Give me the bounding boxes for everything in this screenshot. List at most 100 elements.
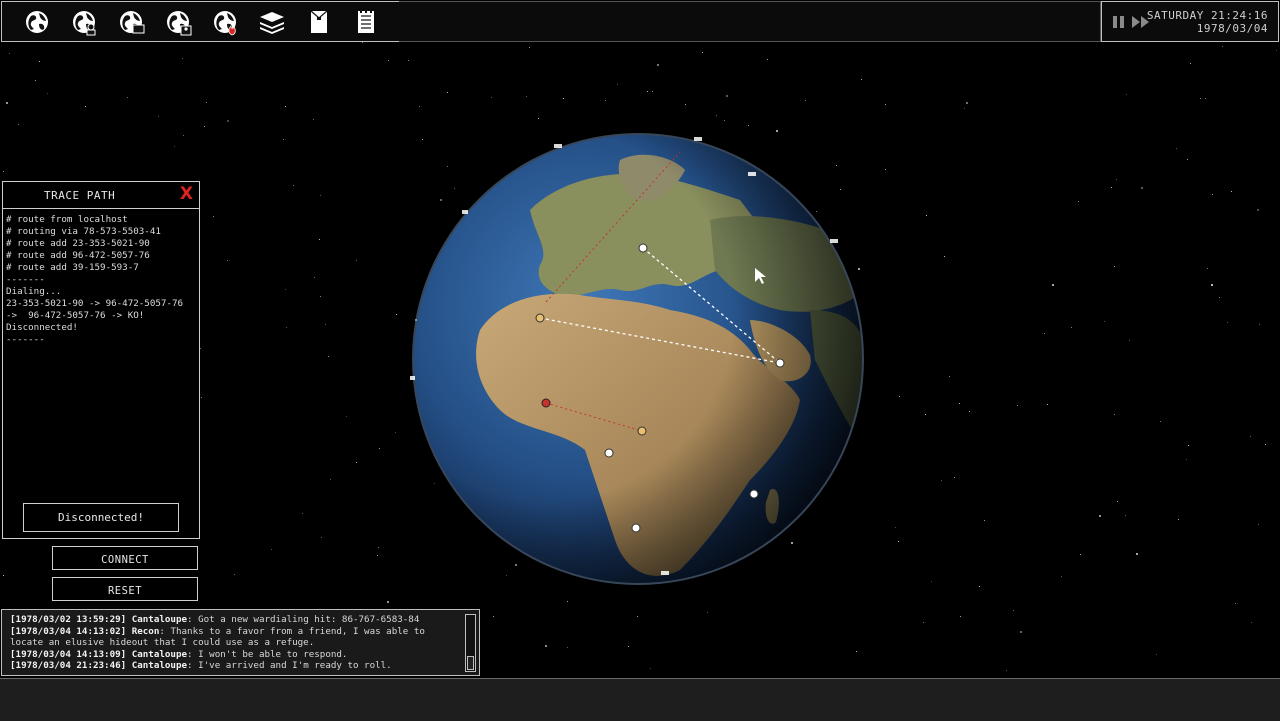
globe-user-icon[interactable]: [69, 7, 99, 37]
chat-message: [1978/03/02 13:59:29] Cantaloupe: Got a …: [10, 614, 425, 626]
star: [1187, 159, 1188, 160]
trace-log-line: Dialing...: [6, 286, 62, 297]
globe-people-icon[interactable]: [163, 7, 193, 37]
envelope-icon[interactable]: [304, 7, 334, 37]
chat-sender: Cantaloupe: [131, 660, 188, 672]
chat-sender: Recon: [131, 625, 160, 637]
star: [286, 327, 287, 328]
network-node-arabia[interactable]: [775, 358, 785, 368]
star: [18, 124, 19, 125]
star: [652, 91, 653, 92]
trace-log-line: Disconnected!: [6, 322, 78, 333]
star: [314, 277, 315, 278]
clock-readout: SATURDAY 21:24:16 1978/03/04: [1147, 9, 1268, 35]
star: [285, 106, 286, 107]
network-node-congo[interactable]: [631, 523, 641, 533]
star: [1222, 46, 1223, 47]
globe-fire-icon[interactable]: [210, 7, 240, 37]
star: [1044, 333, 1045, 334]
toolbar: [1, 1, 400, 42]
star: [1211, 284, 1213, 286]
star: [1116, 179, 1117, 180]
star: [949, 376, 950, 377]
star: [321, 537, 322, 538]
star: [1257, 209, 1259, 211]
star: [1047, 404, 1048, 405]
star: [1117, 501, 1118, 502]
clock-day-time: SATURDAY 21:24:16: [1146, 9, 1268, 22]
star: [1017, 405, 1018, 406]
star: [1235, 603, 1236, 604]
star: [182, 58, 183, 59]
trace-log-line: # route add 39-159-593-7: [6, 262, 139, 273]
star: [1104, 321, 1105, 322]
message-list: [1978/03/02 13:59:29] Cantaloupe: Got a …: [10, 614, 425, 672]
star: [395, 432, 396, 433]
star: [227, 260, 228, 261]
star: [183, 135, 184, 136]
star: [47, 93, 48, 94]
pause-icon[interactable]: [1112, 15, 1126, 29]
star: [724, 120, 725, 121]
connect-button[interactable]: CONNECT: [52, 546, 198, 570]
star: [1250, 436, 1251, 437]
star: [898, 541, 899, 542]
world-globe[interactable]: [410, 130, 866, 588]
trace-log-line: # route add 23-353-5021-90: [6, 238, 150, 249]
network-node-east-africa[interactable]: [749, 489, 759, 499]
star: [213, 216, 214, 217]
star: [1276, 50, 1277, 51]
star: [954, 477, 955, 478]
network-node-chad[interactable]: [604, 448, 614, 458]
message-scrollbar[interactable]: [465, 614, 476, 672]
star: [944, 256, 945, 257]
globe-monitor-icon[interactable]: [116, 7, 146, 37]
scrollbar-thumb[interactable]: [467, 656, 474, 670]
notepad-icon[interactable]: [351, 7, 381, 37]
chat-message: [1978/03/04 14:13:09] Cantaloupe: I won'…: [10, 649, 425, 661]
close-icon[interactable]: X: [180, 184, 193, 204]
star: [966, 102, 968, 104]
star: [1176, 148, 1177, 149]
star: [805, 100, 806, 101]
star: [201, 397, 202, 398]
star: [1114, 414, 1115, 415]
star: [313, 119, 314, 120]
reset-button[interactable]: RESET: [52, 577, 198, 601]
chat-sender: Cantaloupe: [131, 614, 188, 625]
star: [856, 651, 857, 652]
network-node-central-africa[interactable]: [637, 426, 647, 436]
star: [302, 513, 303, 514]
top-bar: SATURDAY 21:24:16 1978/03/04: [0, 0, 1280, 42]
globe-icon[interactable]: [22, 7, 52, 37]
stack-icon[interactable]: [257, 7, 287, 37]
network-node-morocco[interactable]: [535, 313, 545, 323]
star: [707, 612, 708, 613]
star: [899, 396, 900, 397]
network-node-west-africa[interactable]: [541, 398, 551, 408]
star: [1141, 187, 1143, 189]
star: [628, 646, 629, 647]
star: [1052, 284, 1054, 286]
star: [1129, 340, 1130, 341]
star: [346, 416, 347, 417]
message-log: [1978/03/02 13:59:29] Cantaloupe: Got a …: [1, 609, 480, 676]
star: [861, 79, 862, 80]
star: [923, 622, 924, 623]
star: [969, 411, 970, 412]
network-node-europe[interactable]: [638, 243, 648, 253]
star: [325, 324, 326, 325]
star: [379, 448, 380, 449]
chat-timestamp: [1978/03/04 14:13:02]: [10, 625, 132, 637]
star: [85, 106, 86, 107]
star: [1114, 266, 1115, 267]
clock-panel: SATURDAY 21:24:16 1978/03/04: [1101, 1, 1279, 42]
star: [1020, 631, 1022, 633]
star: [1258, 524, 1259, 525]
trace-path-header: TRACE PATH X: [3, 182, 199, 209]
star: [319, 239, 320, 240]
star: [1186, 459, 1187, 460]
trace-path-title: TRACE PATH: [44, 189, 116, 202]
star: [895, 527, 896, 528]
star: [127, 97, 128, 98]
